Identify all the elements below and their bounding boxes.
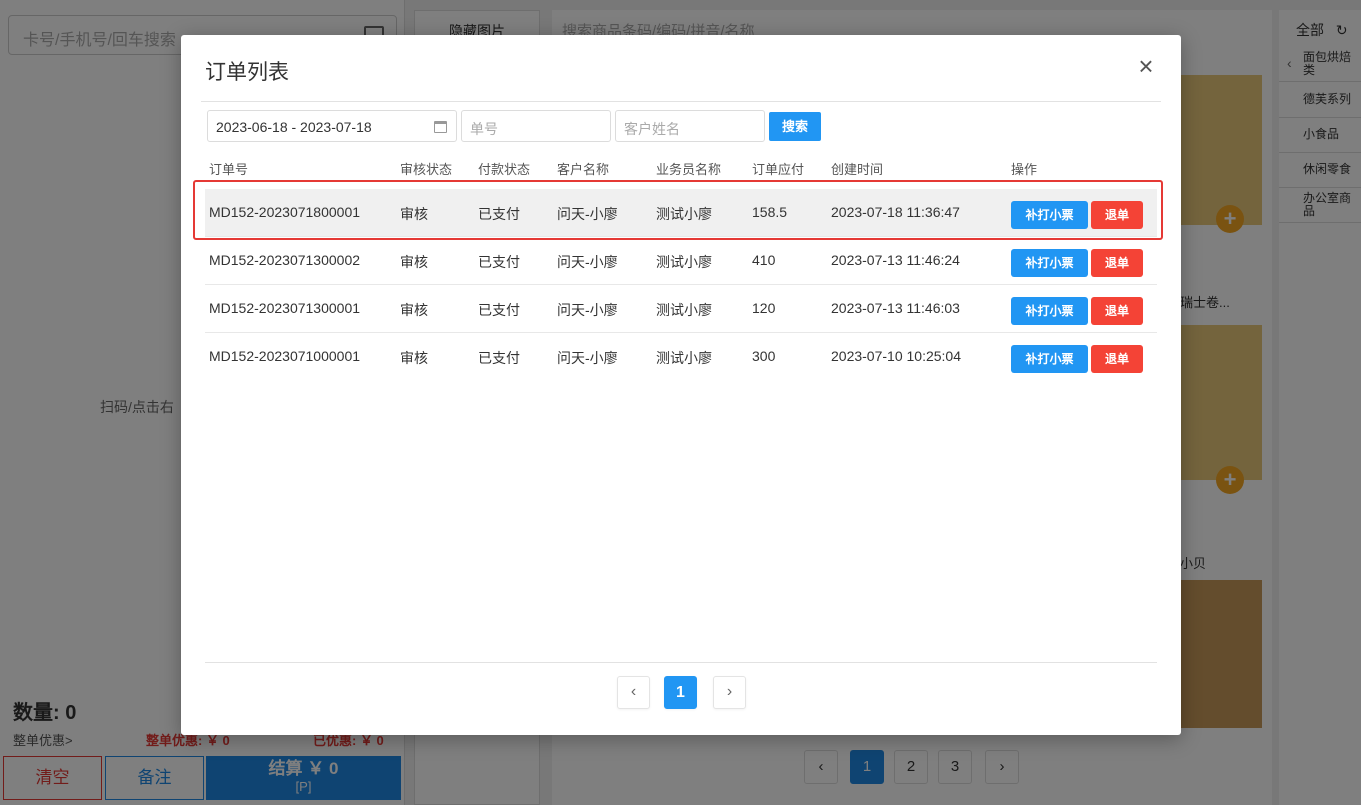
column-header: 付款状态 xyxy=(478,162,531,177)
calendar-icon xyxy=(434,121,447,133)
reprint-receipt-button[interactable]: 补打小票 xyxy=(1011,345,1088,373)
refund-order-button[interactable]: 退单 xyxy=(1091,297,1143,325)
order-no: MD152-2023071000001 xyxy=(209,348,361,364)
order-amount: 120 xyxy=(752,300,776,316)
order-no: MD152-2023071300002 xyxy=(209,252,361,268)
created-time: 2023-07-10 10:25:04 xyxy=(831,348,961,364)
order-no-input[interactable]: 单号 xyxy=(461,110,611,142)
table-row[interactable]: MD152-2023071000001 审核 已支付 问天-小廖 测试小廖 30… xyxy=(205,333,1157,381)
column-header: 创建时间 xyxy=(831,162,884,177)
customer-name: 问天-小廖 xyxy=(557,302,618,318)
created-time: 2023-07-13 11:46:03 xyxy=(831,300,960,316)
audit-status: 审核 xyxy=(400,350,428,366)
payment-status: 已支付 xyxy=(478,254,520,270)
footer-divider xyxy=(205,662,1157,663)
payment-status: 已支付 xyxy=(478,302,520,318)
next-page-button[interactable]: › xyxy=(713,676,746,709)
prev-page-button[interactable]: ‹ xyxy=(617,676,650,709)
salesperson-name: 测试小廖 xyxy=(656,254,712,270)
refund-order-button[interactable]: 退单 xyxy=(1091,345,1143,373)
page-button-current[interactable]: 1 xyxy=(664,676,697,709)
reprint-receipt-button[interactable]: 补打小票 xyxy=(1011,249,1088,277)
table-row[interactable]: MD152-2023071300001 审核 已支付 问天-小廖 测试小廖 12… xyxy=(205,285,1157,333)
column-header: 订单应付 xyxy=(752,162,805,177)
customer-name: 问天-小廖 xyxy=(557,254,618,270)
payment-status: 已支付 xyxy=(478,350,520,366)
column-header: 操作 xyxy=(1011,162,1038,177)
refund-order-button[interactable]: 退单 xyxy=(1091,249,1143,277)
column-header: 审核状态 xyxy=(400,162,453,177)
dialog-title: 订单列表 xyxy=(205,61,289,84)
salesperson-name: 测试小廖 xyxy=(656,302,712,318)
column-header: 客户名称 xyxy=(557,162,610,177)
audit-status: 审核 xyxy=(400,302,428,318)
order-no: MD152-2023071300001 xyxy=(209,300,361,316)
date-range-picker[interactable]: 2023-06-18 - 2023-07-18 xyxy=(207,110,457,142)
created-time: 2023-07-13 11:46:24 xyxy=(831,252,960,268)
date-range-value: 2023-06-18 - 2023-07-18 xyxy=(216,119,372,135)
selected-row-highlight xyxy=(193,180,1163,240)
customer-name: 问天-小廖 xyxy=(557,350,618,366)
order-amount: 410 xyxy=(752,252,776,268)
order-amount: 300 xyxy=(752,348,776,364)
table-row[interactable]: MD152-2023071300002 审核 已支付 问天-小廖 测试小廖 41… xyxy=(205,237,1157,285)
dialog-divider xyxy=(201,101,1161,102)
column-header: 订单号 xyxy=(209,162,249,177)
reprint-receipt-button[interactable]: 补打小票 xyxy=(1011,297,1088,325)
audit-status: 审核 xyxy=(400,254,428,270)
search-button[interactable]: 搜索 xyxy=(769,112,821,141)
order-list-dialog: 订单列表 × 2023-06-18 - 2023-07-18 单号 客户姓名 搜… xyxy=(181,35,1181,735)
close-icon[interactable]: × xyxy=(1134,53,1158,79)
column-header: 业务员名称 xyxy=(656,162,722,177)
salesperson-name: 测试小廖 xyxy=(656,350,712,366)
customer-name-input[interactable]: 客户姓名 xyxy=(615,110,765,142)
